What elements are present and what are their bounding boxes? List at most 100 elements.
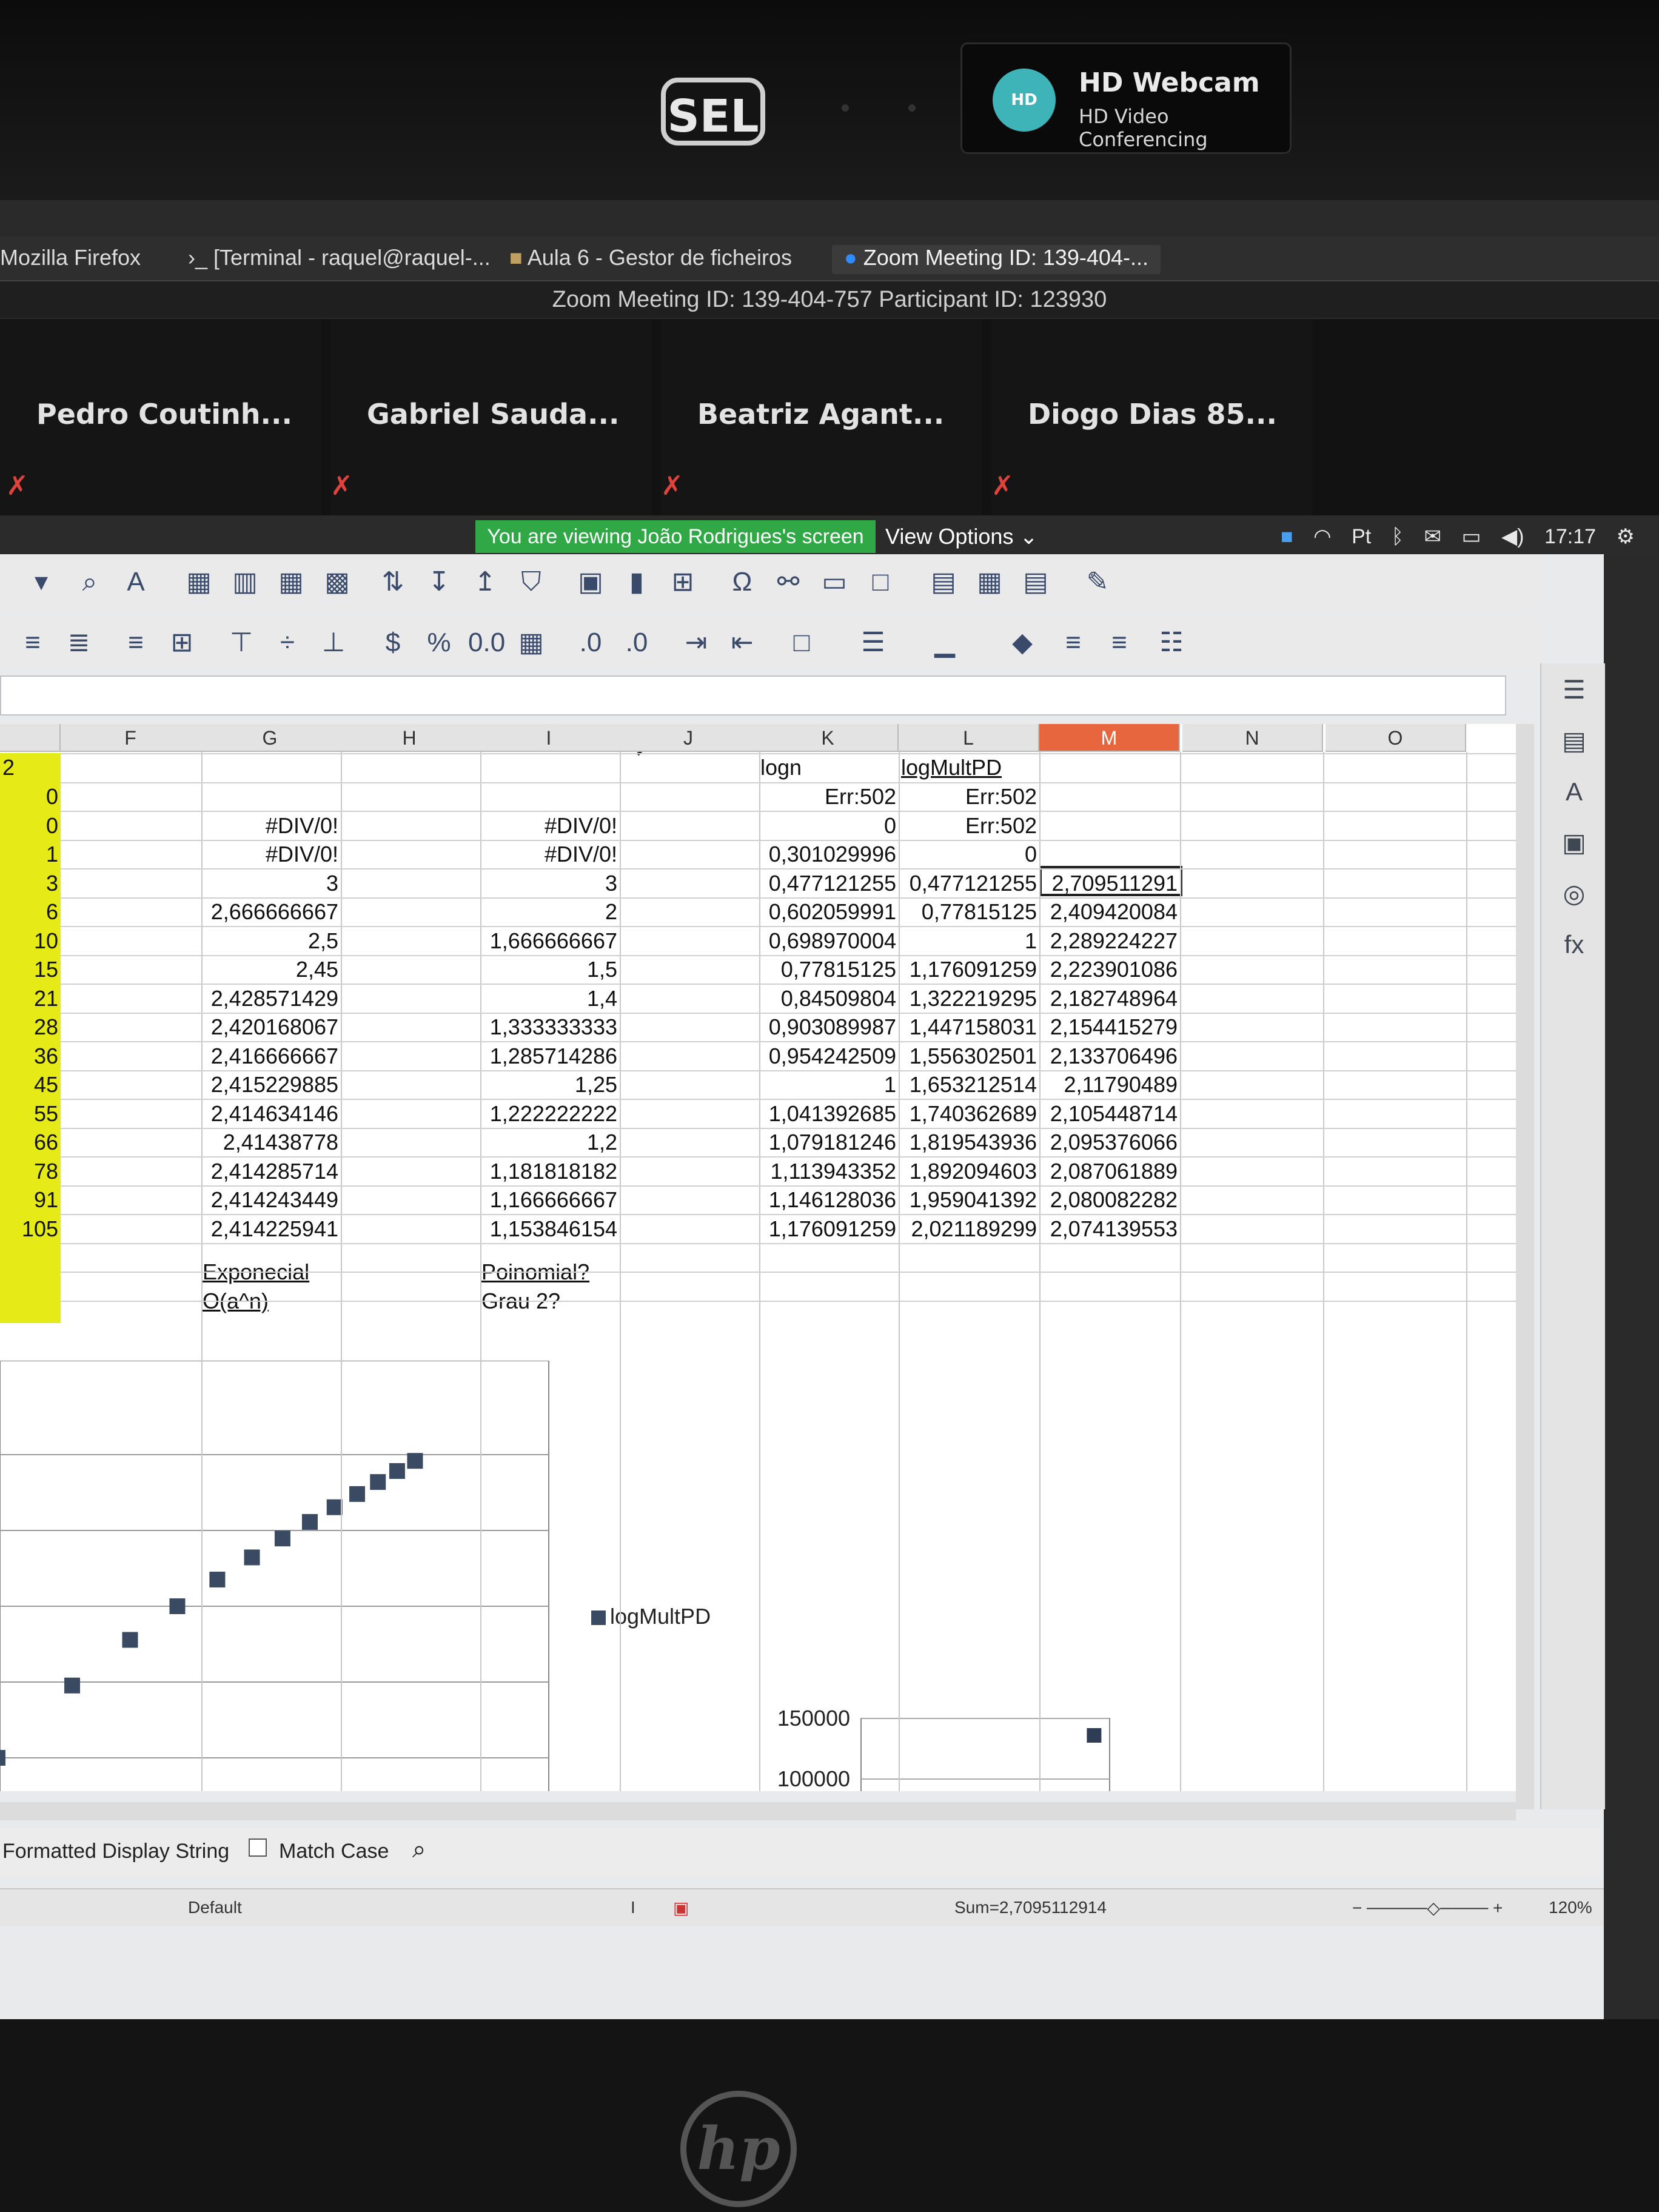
freeze-rows-icon[interactable]: ▦ bbox=[973, 565, 1007, 599]
column-header-K[interactable]: K bbox=[758, 724, 899, 752]
draw-functions-icon[interactable]: ✎ bbox=[1081, 565, 1114, 599]
cell-G-row-5[interactable]: 2,666666667 bbox=[200, 897, 341, 926]
cell-G-row-15[interactable]: 2,414243449 bbox=[200, 1185, 341, 1214]
cell-L-row-9[interactable]: 1,447158031 bbox=[899, 1013, 1039, 1041]
cell-E-row-1[interactable]: 0 bbox=[0, 782, 61, 811]
column-header-M[interactable]: M bbox=[1039, 724, 1180, 752]
align-top-icon[interactable]: ⊤ bbox=[224, 626, 258, 660]
cell-K-row-2[interactable]: 0 bbox=[758, 811, 899, 840]
wifi-icon[interactable]: ◠ bbox=[1313, 525, 1332, 548]
cell-M-row-1[interactable] bbox=[1039, 782, 1180, 811]
cell-K-row-15[interactable]: 1,146128036 bbox=[758, 1185, 899, 1214]
delete-cells-icon[interactable]: ▩ bbox=[320, 565, 354, 599]
conditional-format-icon[interactable]: ◆ bbox=[1005, 626, 1039, 660]
percent-format-icon[interactable]: % bbox=[422, 626, 456, 660]
cell-E-row-13[interactable]: 66 bbox=[0, 1128, 61, 1156]
cell-E-row-7[interactable]: 15 bbox=[0, 955, 61, 984]
pivot-table-icon[interactable]: ⊞ bbox=[666, 565, 700, 599]
cell-I-row-5[interactable]: 2 bbox=[479, 897, 620, 926]
task-firefox[interactable]: Mozilla Firefox bbox=[0, 245, 141, 274]
cell-L-row-13[interactable]: 1,819543936 bbox=[899, 1128, 1039, 1156]
border-color-icon[interactable]: ▁ bbox=[928, 626, 962, 660]
increase-indent-icon[interactable]: ⇥ bbox=[679, 626, 713, 660]
task-file-manager[interactable]: ■ Aula 6 - Gestor de ficheiros bbox=[509, 245, 792, 274]
cell-M-row-7[interactable]: 2,223901086 bbox=[1039, 955, 1180, 984]
cell-L-row-2[interactable]: Err:502 bbox=[899, 811, 1039, 840]
cell-L-row-6[interactable]: 1 bbox=[899, 927, 1039, 955]
chart-icon[interactable]: ▮ bbox=[620, 565, 654, 599]
border-style-icon[interactable]: ☰ bbox=[856, 626, 890, 660]
cell-M-row-9[interactable]: 2,154415279 bbox=[1039, 1013, 1180, 1041]
chart-logmultpd[interactable]: 0,40,60,811,21,4logMultPD bbox=[0, 1360, 711, 1791]
volume-icon[interactable]: ◀) bbox=[1501, 525, 1524, 548]
sort-descending-icon[interactable]: ↥ bbox=[468, 565, 502, 599]
cell-L-row-15[interactable]: 1,959041392 bbox=[899, 1185, 1039, 1214]
cell-K-row-3[interactable]: 0,301029996 bbox=[758, 840, 899, 868]
spelling-icon[interactable]: A bbox=[119, 565, 153, 599]
number-format-icon[interactable]: 0.0 bbox=[468, 626, 505, 660]
keyboard-layout[interactable]: Pt bbox=[1352, 525, 1371, 548]
formula-input[interactable] bbox=[0, 675, 1506, 716]
cell-M-row-5[interactable]: 2,409420084 bbox=[1039, 897, 1180, 926]
cell-G-row-11[interactable]: 2,415229885 bbox=[200, 1070, 341, 1099]
cell-K-row-12[interactable]: 1,041392685 bbox=[758, 1099, 899, 1128]
cell-I-row-9[interactable]: 1,333333333 bbox=[479, 1013, 620, 1041]
insert-cells-icon[interactable]: ▦ bbox=[274, 565, 308, 599]
view-options-button[interactable]: View Options ⌄ bbox=[885, 520, 1038, 553]
cell-E-row-15[interactable]: 91 bbox=[0, 1185, 61, 1214]
cell-K-row-13[interactable]: 1,079181246 bbox=[758, 1128, 899, 1156]
add-decimal-icon[interactable]: .0 bbox=[574, 626, 608, 660]
align-right-icon[interactable]: ≣ bbox=[62, 626, 96, 660]
zoom-slider[interactable]: − ─────◇──── + bbox=[1352, 1898, 1503, 1918]
horizontal-scrollbar[interactable] bbox=[0, 1802, 1516, 1820]
cell-I-row-4[interactable]: 3 bbox=[479, 869, 620, 897]
split-window-icon[interactable]: ▤ bbox=[1019, 565, 1053, 599]
cell-E-row-2[interactable]: 0 bbox=[0, 811, 61, 840]
cell-G-row-2[interactable]: #DIV/0! bbox=[200, 811, 341, 840]
dropdown-arrow-icon[interactable]: ▾ bbox=[24, 565, 58, 599]
cell-E-row-3[interactable]: 1 bbox=[0, 840, 61, 868]
cell-E-row-12[interactable]: 55 bbox=[0, 1099, 61, 1128]
define-print-area-icon[interactable]: ▤ bbox=[927, 565, 960, 599]
cell-L-row-3[interactable]: 0 bbox=[899, 840, 1039, 868]
zoom-level[interactable]: 120% bbox=[1549, 1898, 1592, 1917]
cell-L-row-5[interactable]: 0,77815125 bbox=[899, 897, 1039, 926]
participant-tile[interactable]: Diogo Dias 85... ✗ bbox=[991, 319, 1313, 519]
formatted-display-string-option[interactable]: Formatted Display String bbox=[2, 1840, 229, 1863]
cell-M-row-12[interactable]: 2,105448714 bbox=[1039, 1099, 1180, 1128]
task-terminal[interactable]: ›_ [Terminal - raquel@raquel-... bbox=[188, 245, 491, 274]
cell-I-row-3[interactable]: #DIV/0! bbox=[479, 840, 620, 868]
ordered-list-icon[interactable]: ≡ bbox=[1102, 626, 1136, 660]
cell-G-row-9[interactable]: 2,420168067 bbox=[200, 1013, 341, 1041]
cell-K-row-6[interactable]: 0,698970004 bbox=[758, 927, 899, 955]
cell-M-row-15[interactable]: 2,080082282 bbox=[1039, 1185, 1180, 1214]
row-icon[interactable]: ▦ bbox=[182, 565, 216, 599]
cell-E-header[interactable]: 2 bbox=[0, 753, 61, 782]
battery-icon[interactable]: ▭ bbox=[1461, 525, 1481, 548]
participant-tile[interactable]: Gabriel Sauda... ✗ bbox=[330, 319, 652, 519]
cell-G-row-12[interactable]: 2,414634146 bbox=[200, 1099, 341, 1128]
column-header-G[interactable]: G bbox=[200, 724, 341, 752]
page-icon[interactable]: ▤ bbox=[1557, 724, 1591, 758]
cell-E-row-6[interactable]: 10 bbox=[0, 927, 61, 955]
cell-K-row-14[interactable]: 1,113943352 bbox=[758, 1157, 899, 1185]
vertical-scrollbar[interactable] bbox=[1516, 724, 1534, 1809]
participant-tile[interactable]: Pedro Coutinh... ✗ bbox=[0, 319, 321, 519]
cell-K-row-9[interactable]: 0,903089987 bbox=[758, 1013, 899, 1041]
task-zoom[interactable]: ● Zoom Meeting ID: 139-404-... bbox=[832, 245, 1161, 274]
cell-L-row-14[interactable]: 1,892094603 bbox=[899, 1157, 1039, 1185]
document-modified-icon[interactable]: ▣ bbox=[673, 1898, 689, 1918]
find-icon[interactable]: ⌕ bbox=[73, 565, 107, 599]
column-header-J[interactable]: J bbox=[618, 724, 759, 752]
sort-icon[interactable]: ⇅ bbox=[376, 565, 410, 599]
cell-G-row-4[interactable]: 3 bbox=[200, 869, 341, 897]
cell-E-row-16[interactable]: 105 bbox=[0, 1215, 61, 1243]
spreadsheet-grid[interactable]: logn logMultPD 2 Exponecial O(a^n) Poino… bbox=[0, 724, 1516, 1791]
currency-format-icon[interactable]: $ bbox=[376, 626, 410, 660]
date-format-icon[interactable]: ▦ bbox=[514, 626, 548, 660]
cell-L-row-1[interactable]: Err:502 bbox=[899, 782, 1039, 811]
cell-I-row-12[interactable]: 1,222222222 bbox=[479, 1099, 620, 1128]
cell-E-row-14[interactable]: 78 bbox=[0, 1157, 61, 1185]
cell-M-row-13[interactable]: 2,095376066 bbox=[1039, 1128, 1180, 1156]
gallery-icon[interactable]: ▣ bbox=[1557, 826, 1591, 860]
